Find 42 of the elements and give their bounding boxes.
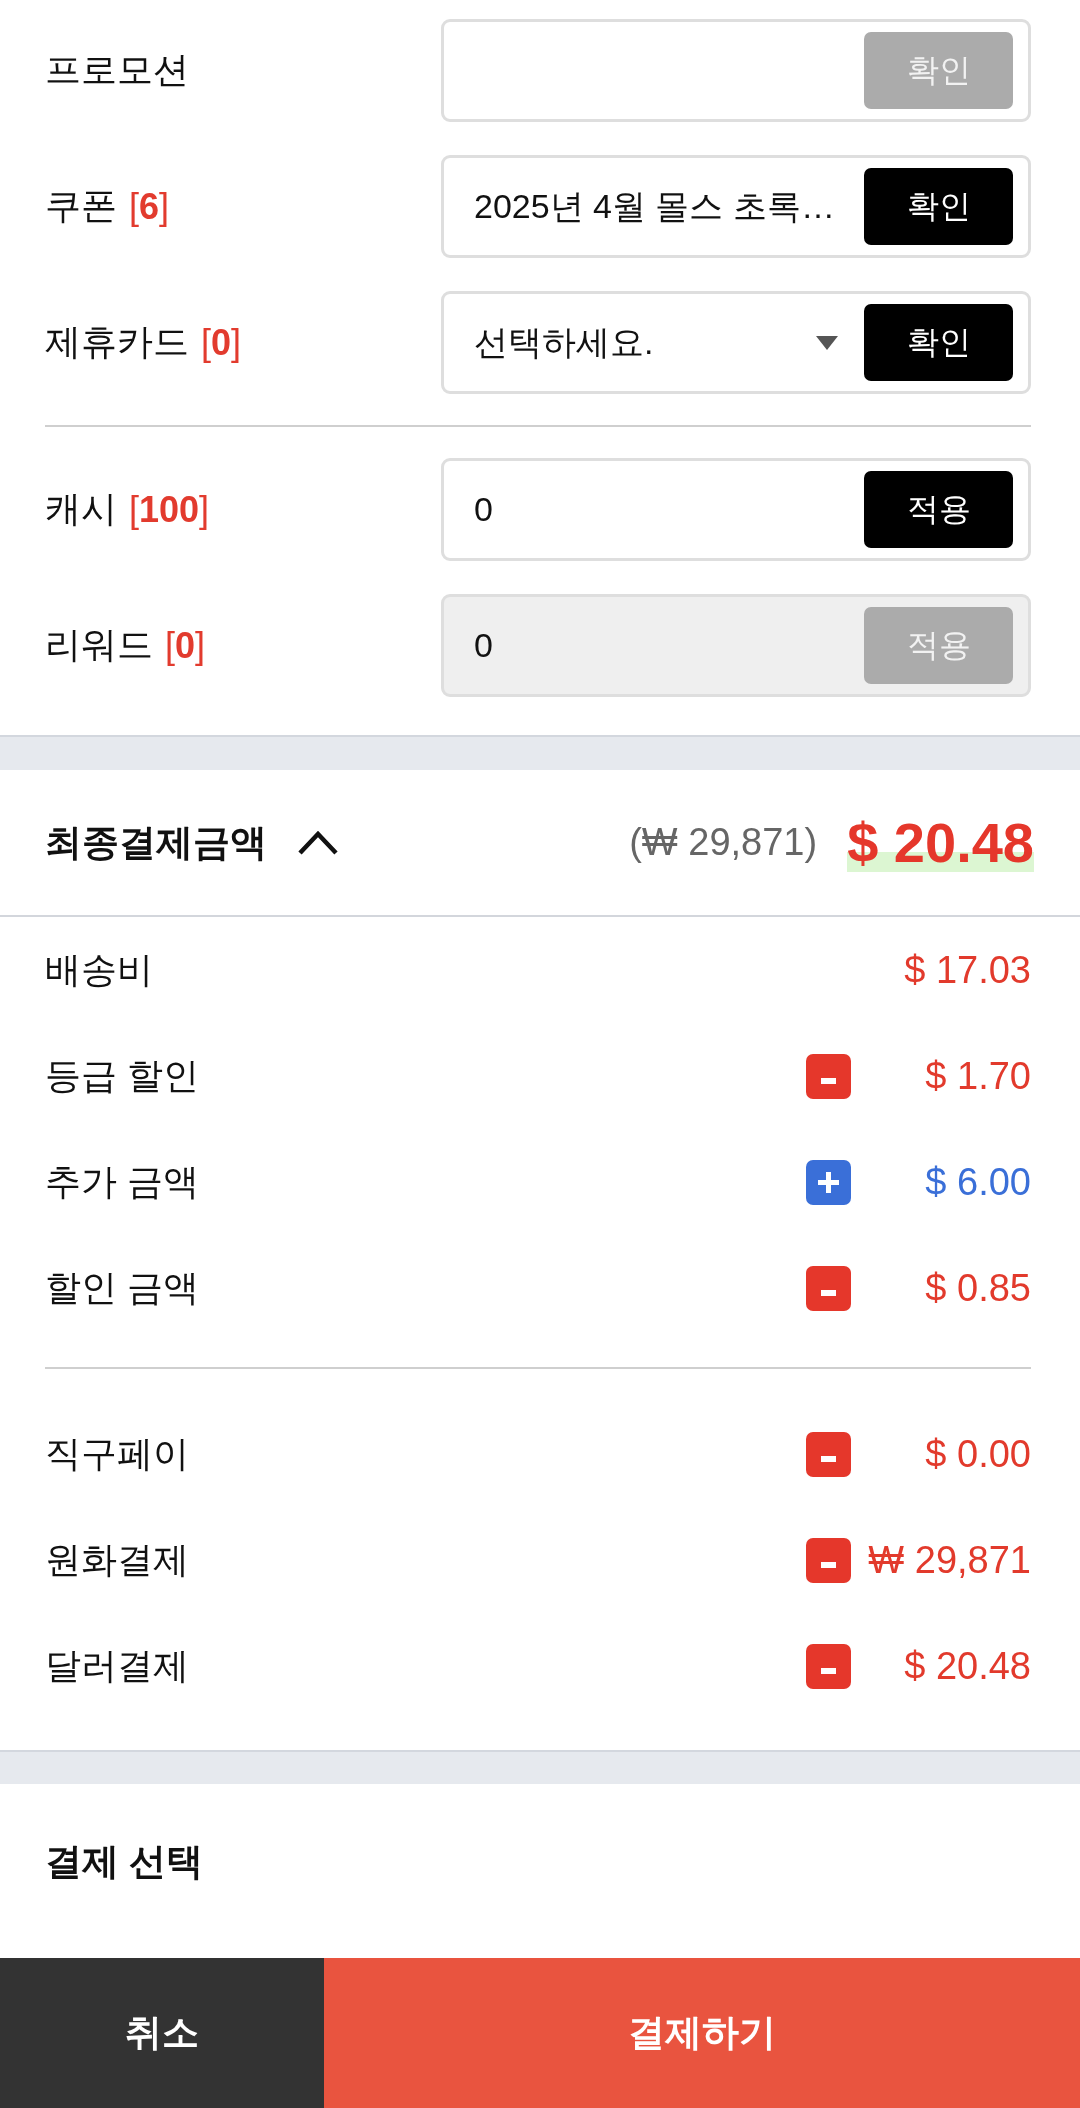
action-button[interactable]: 확인 xyxy=(864,168,1013,245)
line-label: 원화결제 xyxy=(45,1537,189,1582)
line-label: 할인 금액 xyxy=(45,1265,199,1310)
text-field[interactable]: 2025년 4월 몰스 초록… 확인 xyxy=(441,155,1031,258)
amount-text: $ 0.00 xyxy=(924,1432,1031,1476)
chevron-up-icon[interactable] xyxy=(297,829,339,856)
krw-total-text: (₩ 29,871) xyxy=(629,821,818,864)
amount-text: $ 1.70 xyxy=(924,1054,1031,1098)
action-button[interactable]: 확인 xyxy=(864,304,1013,381)
count-text: [0] xyxy=(201,321,242,364)
text-field[interactable]: 0 적용 xyxy=(441,458,1031,561)
field-label: 리워드 xyxy=(45,623,153,667)
minus-icon xyxy=(806,1431,851,1477)
field-label: 캐시 xyxy=(45,487,117,531)
field-label: 쿠폰 xyxy=(45,184,117,228)
line-label: 달러결제 xyxy=(45,1643,189,1688)
amount-text: ₩ 29,871 xyxy=(867,1538,1031,1582)
minus-icon xyxy=(806,1053,851,1099)
line-label: 배송비 xyxy=(45,947,153,992)
count-text: [6] xyxy=(129,185,170,228)
cancel-button[interactable]: 취소 xyxy=(0,1958,324,2108)
summary-title: 최종결제금액 xyxy=(45,820,267,865)
amount-text: $ 0.85 xyxy=(924,1266,1031,1310)
action-button[interactable]: 적용 xyxy=(864,471,1013,548)
line-label: 추가 금액 xyxy=(45,1159,199,1204)
section-title: 결제 선택 xyxy=(45,1841,204,1882)
minus-icon xyxy=(806,1265,851,1311)
field-label: 프로모션 xyxy=(45,48,189,92)
line-label: 직구페이 xyxy=(45,1431,189,1476)
minus-icon xyxy=(806,1537,851,1583)
minus-icon xyxy=(806,1643,851,1689)
field-label: 제휴카드 xyxy=(45,320,189,364)
amount-text: $ 20.48 xyxy=(903,1644,1031,1688)
pay-button[interactable]: 결제하기 xyxy=(324,1958,1080,2108)
count-text: [0] xyxy=(165,624,206,667)
plus-icon xyxy=(806,1159,851,1205)
dropdown-caret-icon[interactable] xyxy=(816,335,838,350)
amount-text: $ 17.03 xyxy=(903,948,1031,992)
amount-text: $ 6.00 xyxy=(924,1160,1031,1204)
count-text: [100] xyxy=(129,488,210,531)
line-label: 등급 할인 xyxy=(45,1053,199,1098)
select-field[interactable]: 선택하세요. 확인 xyxy=(441,291,1031,394)
